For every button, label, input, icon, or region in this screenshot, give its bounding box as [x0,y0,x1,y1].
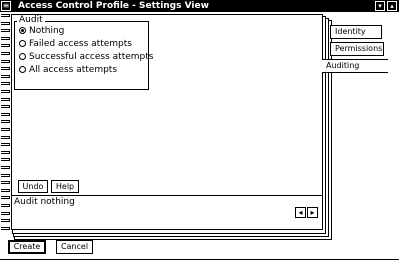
spiral-ring [1,44,10,48]
spiral-ring [1,150,10,154]
maximize-button[interactable]: ▴ [387,1,397,11]
spiral-ring [1,36,10,40]
spiral-ring [1,90,10,93]
radio-unselected-icon [19,53,26,60]
spiral-ring [1,204,10,207]
minimize-button[interactable]: ▾ [375,1,385,11]
window-bottom-divider [0,259,399,260]
radio-label: Nothing [29,26,65,36]
tab-auditing[interactable]: Auditing [322,59,388,73]
tab-auditing-label: Auditing [326,61,360,70]
radio-label: All access attempts [29,65,118,75]
spiral-ring [1,135,10,139]
radio-audit-all[interactable]: All access attempts [19,65,117,76]
spiral-ring [1,173,10,177]
radio-label: Successful access attempts [29,52,154,62]
spiral-ring [1,52,10,55]
cancel-button[interactable]: Cancel [56,240,93,254]
page-status-text: Audit nothing [14,197,75,207]
tab-identity[interactable]: Identity [330,25,382,39]
radio-unselected-icon [19,66,26,73]
spiral-ring [1,128,10,131]
spiral-ring [1,14,10,17]
window-title: Access Control Profile - Settings View [18,1,209,11]
spiral-ring [1,112,10,116]
spiral-ring [1,29,10,33]
tab-identity-label: Identity [335,27,366,36]
maximize-icon: ▴ [390,2,394,10]
spiral-ring [1,74,10,78]
arrow-left-icon: ◂ [298,208,303,217]
help-button[interactable]: Help [51,180,79,193]
spiral-ring [1,82,10,86]
page-forward-button[interactable]: ▸ [307,207,318,218]
tab-permissions-label: Permissions [335,44,383,53]
create-button[interactable]: Create [8,240,46,254]
spiral-ring [1,166,10,169]
spiral-ring [1,196,10,200]
radio-label: Failed access attempts [29,39,132,49]
spiral-ring [1,105,10,109]
spiral-ring [1,143,10,147]
spiral-ring [1,67,10,71]
radio-audit-failed[interactable]: Failed access attempts [19,39,132,50]
minimize-icon: ▾ [378,2,382,10]
spiral-ring [1,188,10,192]
spiral-ring [1,219,10,223]
undo-button[interactable]: Undo [18,180,48,193]
radio-audit-nothing[interactable]: Nothing [19,26,64,37]
spiral-ring [1,97,10,101]
spiral-ring [1,158,10,162]
status-divider [12,195,323,196]
spiral-ring [1,181,10,185]
radio-audit-successful[interactable]: Successful access attempts [19,52,153,63]
radio-selected-icon [19,27,26,34]
arrow-right-icon: ▸ [310,208,315,217]
spiral-ring [1,59,10,63]
spiral-ring [1,21,10,25]
radio-unselected-icon [19,40,26,47]
audit-group-title: Audit [17,15,45,26]
spiral-ring [1,120,10,124]
system-menu-icon[interactable]: ≡ [1,1,11,11]
title-bar[interactable]: ≡ Access Control Profile - Settings View… [0,0,399,12]
tab-permissions[interactable]: Permissions [330,42,384,56]
spiral-ring [1,211,10,215]
page-back-button[interactable]: ◂ [295,207,306,218]
spiral-ring [1,226,10,230]
